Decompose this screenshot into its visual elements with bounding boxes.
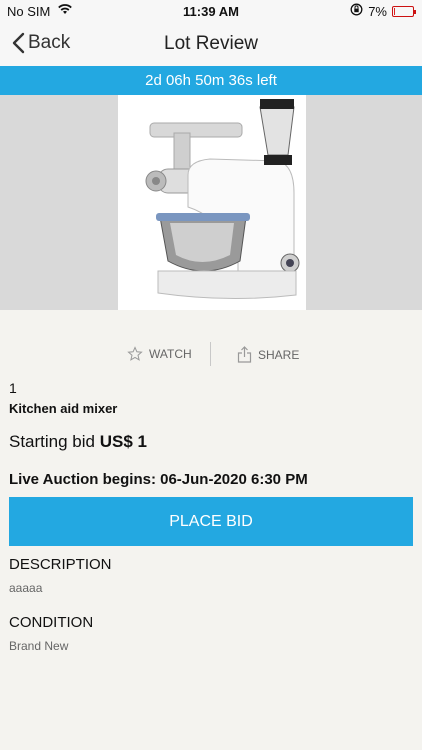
condition-text: Brand New bbox=[9, 639, 69, 653]
starting-bid: Starting bid US$ 1 bbox=[9, 432, 147, 452]
battery-fill bbox=[394, 7, 395, 15]
countdown-banner: 2d 06h 50m 36s left bbox=[0, 66, 422, 95]
status-bar: No SIM 11:39 AM 7% bbox=[0, 0, 422, 22]
condition-heading: CONDITION bbox=[9, 614, 94, 631]
place-bid-button[interactable]: PLACE BID bbox=[9, 497, 413, 546]
lot-actions: WATCH SHARE bbox=[0, 340, 422, 368]
description-text: aaaaa bbox=[9, 581, 43, 595]
actions-divider bbox=[210, 342, 211, 366]
page-title: Lot Review bbox=[164, 33, 258, 54]
description-heading: DESCRIPTION bbox=[9, 556, 112, 573]
watch-button[interactable]: WATCH bbox=[127, 346, 192, 362]
live-auction-date: Live Auction begins: 06-Jun-2020 6:30 PM bbox=[9, 471, 308, 488]
lot-number: 1 bbox=[9, 380, 17, 396]
lot-title: Kitchen aid mixer bbox=[9, 401, 118, 416]
lot-image-area bbox=[0, 95, 422, 310]
battery-percent: 7% bbox=[368, 3, 387, 19]
share-icon bbox=[237, 346, 252, 363]
starting-bid-value: US$ 1 bbox=[99, 432, 147, 451]
starting-bid-label: Starting bid bbox=[9, 432, 95, 451]
share-button[interactable]: SHARE bbox=[237, 346, 299, 363]
orientation-lock-icon bbox=[350, 3, 363, 19]
share-label: SHARE bbox=[258, 347, 300, 362]
watch-label: WATCH bbox=[149, 347, 192, 361]
battery-icon bbox=[392, 5, 416, 17]
mixer-photo[interactable] bbox=[118, 95, 306, 310]
star-icon bbox=[127, 346, 143, 361]
navigation-bar: Back Lot Review bbox=[0, 22, 422, 66]
